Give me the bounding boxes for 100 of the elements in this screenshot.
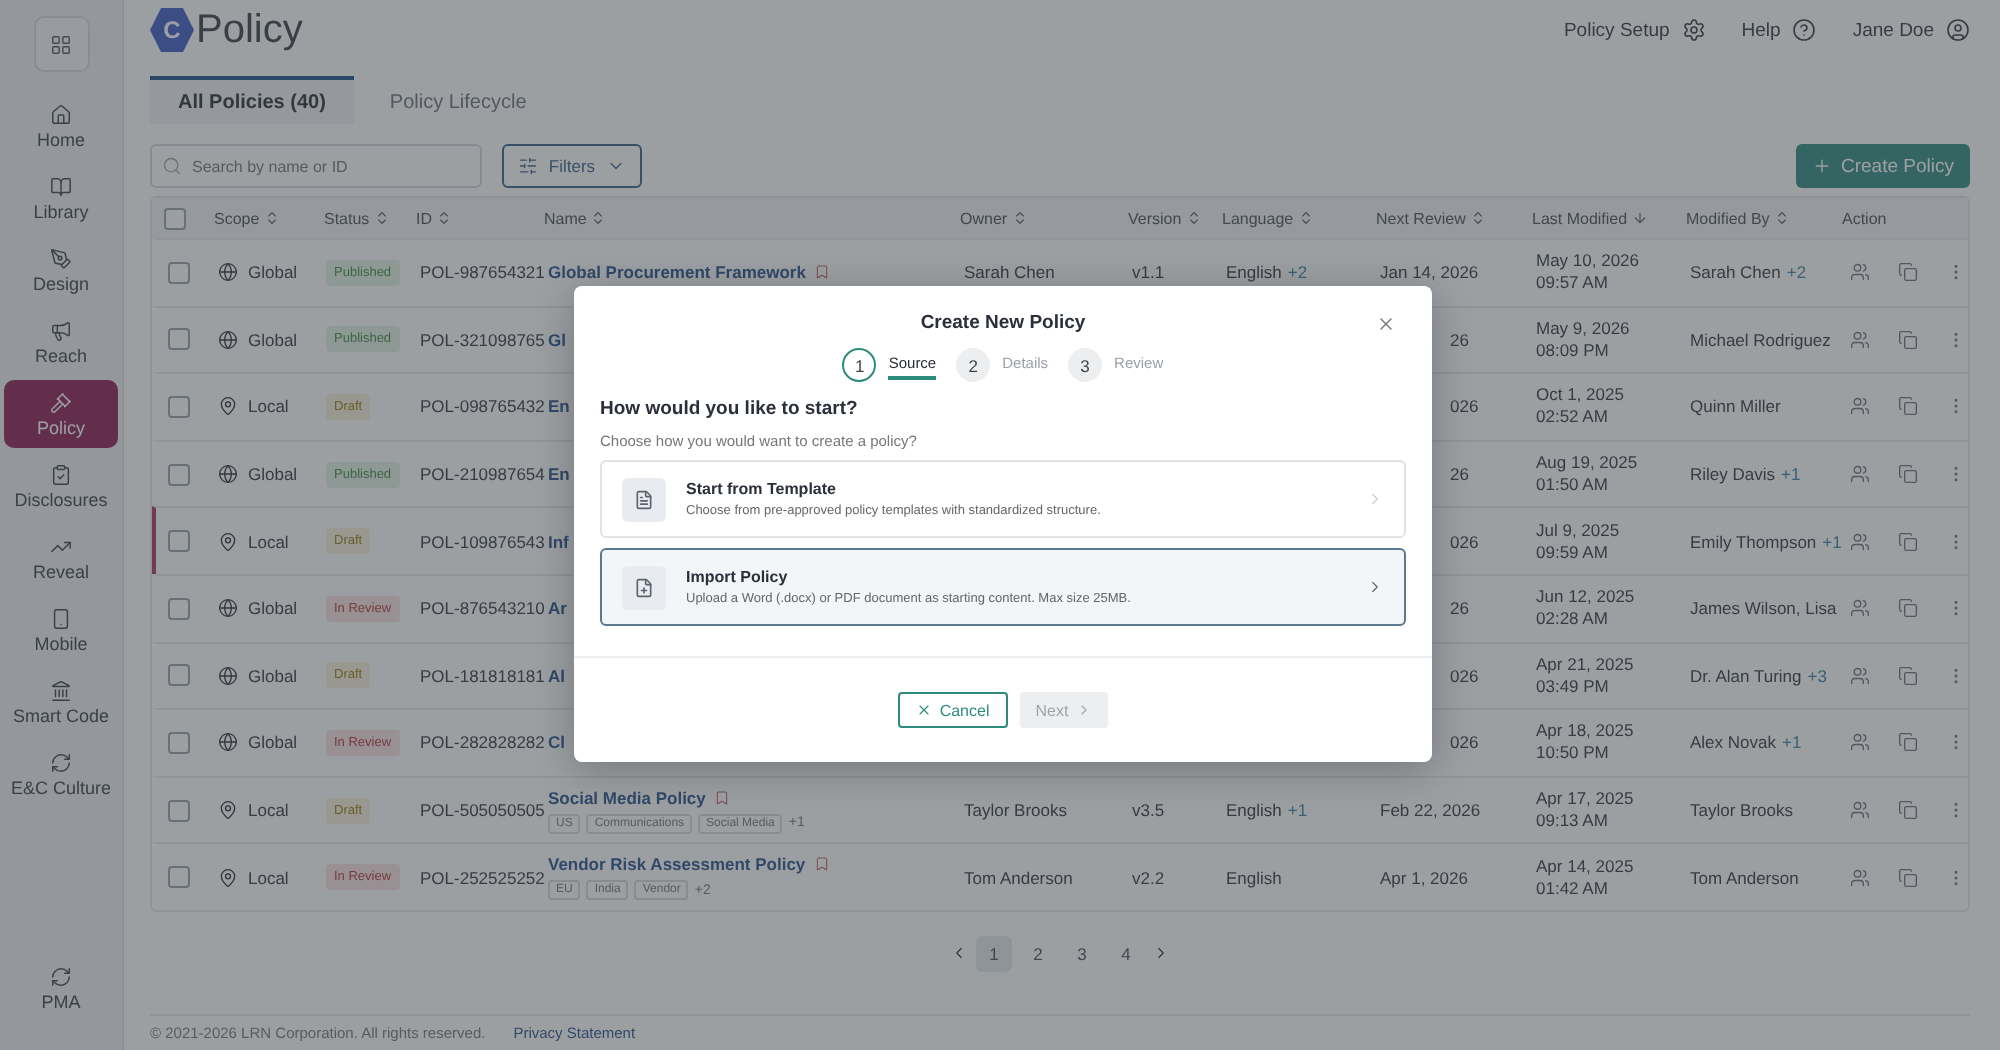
- copy-icon: [1898, 732, 1918, 753]
- policy-link[interactable]: Global Procurement Framework: [548, 262, 806, 283]
- checkbox[interactable]: [168, 328, 190, 351]
- close-icon: [915, 702, 932, 718]
- gavel-icon: [50, 391, 72, 413]
- column-header[interactable]: Language: [1214, 209, 1368, 227]
- checkbox[interactable]: [168, 261, 190, 284]
- users-icon: [1850, 531, 1870, 552]
- checkbox[interactable]: [168, 530, 190, 553]
- page-button[interactable]: 4: [1108, 935, 1144, 972]
- sidebar-item[interactable]: Reveal: [4, 524, 118, 592]
- header-link[interactable]: Help: [1741, 18, 1817, 42]
- table-cell-text: Sarah Chen +2: [1688, 262, 1809, 283]
- tab[interactable]: All Policies (40): [150, 76, 354, 124]
- policy-link[interactable]: Inf: [548, 531, 569, 552]
- page-button[interactable]: 3: [1064, 935, 1100, 972]
- sidebar-item[interactable]: Library: [4, 164, 118, 232]
- pin-icon: [218, 396, 238, 417]
- sidebar-item[interactable]: Disclosures: [4, 452, 118, 520]
- search-icon: [162, 156, 182, 176]
- table-cell: Global: [248, 262, 298, 283]
- table-cell-text: Taylor Brooks: [1688, 800, 1795, 821]
- policy-link[interactable]: Vendor Risk Assessment Policy: [548, 854, 806, 875]
- app-title: Policy: [196, 7, 303, 53]
- users-icon: [1850, 464, 1870, 485]
- filters-button[interactable]: Filters: [502, 144, 642, 188]
- checkbox[interactable]: [168, 866, 190, 889]
- table-cell-text: Apr 1, 2026: [1378, 867, 1470, 888]
- table-cell-text: POL-210987654: [418, 464, 546, 485]
- table-cell-text: POL-505050505: [418, 800, 546, 821]
- sidebar-item[interactable]: E&C Culture: [4, 740, 118, 808]
- copy-icon: [1898, 800, 1918, 821]
- page-button[interactable]: 2: [1020, 935, 1056, 972]
- checkbox[interactable]: [164, 207, 186, 229]
- policy-link[interactable]: En: [548, 396, 570, 417]
- chevron-right-icon: [1152, 944, 1170, 963]
- table-cell: Global: [248, 464, 298, 485]
- table-cell-text: May 9, 2026 08:09 PM: [1534, 317, 1632, 362]
- column-header[interactable]: Status: [316, 209, 408, 227]
- users-icon: [1850, 800, 1870, 821]
- column-header[interactable]: Scope: [202, 209, 316, 227]
- table-cell-text: v1.1: [1130, 262, 1167, 283]
- sidebar-item[interactable]: PMA: [4, 954, 118, 1022]
- table-cell-text: Apr 14, 2025 01:42 AM: [1534, 855, 1636, 900]
- policy-link[interactable]: Ar: [548, 598, 567, 619]
- chevron-right-icon: [1366, 578, 1384, 596]
- checkbox[interactable]: [168, 463, 190, 486]
- page-button[interactable]: 1: [976, 935, 1012, 972]
- policy-link[interactable]: Al: [548, 665, 565, 686]
- column-header[interactable]: Next Review: [1368, 209, 1524, 227]
- table-cell-text: Dr. Alan Turing +3: [1688, 665, 1829, 686]
- checkbox[interactable]: [168, 664, 190, 687]
- dialog-heading: How would you like to start?: [600, 398, 860, 420]
- sidebar-item[interactable]: Policy: [4, 380, 118, 448]
- cancel-button[interactable]: Cancel: [897, 692, 1008, 728]
- column-header[interactable]: ID: [408, 209, 542, 227]
- globe-icon: [218, 732, 238, 753]
- policy-link[interactable]: En: [548, 464, 570, 485]
- table-cell-text: Tom Anderson: [1688, 867, 1801, 888]
- table-cell-text: 26: [1448, 329, 1471, 350]
- sidebar-item[interactable]: Reach: [4, 308, 118, 376]
- tab[interactable]: Policy Lifecycle: [361, 76, 555, 124]
- document-icon: [622, 477, 666, 521]
- create-policy-button[interactable]: Create Policy: [1795, 144, 1970, 188]
- column-header[interactable]: Last Modified: [1524, 209, 1678, 227]
- column-header[interactable]: Name: [542, 209, 952, 227]
- table-cell-text: v2.2: [1130, 867, 1167, 888]
- sidebar-item[interactable]: Mobile: [4, 596, 118, 664]
- close-button[interactable]: [1376, 314, 1396, 334]
- header-link[interactable]: Jane Doe: [1852, 18, 1970, 42]
- globe-icon: [218, 665, 238, 686]
- sidebar-item[interactable]: Smart Code: [4, 668, 118, 736]
- users-icon: [1850, 732, 1870, 753]
- sliders-icon: [518, 156, 539, 176]
- table-cell-text: 026: [1448, 732, 1481, 753]
- column-header[interactable]: Owner: [952, 209, 1120, 227]
- table-cell: Local: [248, 800, 289, 821]
- header-link[interactable]: Policy Setup: [1563, 18, 1706, 42]
- checkbox[interactable]: [168, 395, 190, 418]
- app-grid-button[interactable]: [33, 16, 89, 72]
- copy-icon: [1898, 665, 1918, 686]
- users-icon: [1850, 665, 1870, 686]
- policy-link[interactable]: Social Media Policy: [548, 787, 706, 808]
- table-cell-text: Jun 12, 2025 02:28 AM: [1534, 586, 1637, 631]
- policy-link[interactable]: Gl: [548, 329, 566, 350]
- globe-icon: [218, 598, 238, 619]
- checkbox[interactable]: [168, 731, 190, 754]
- checkbox[interactable]: [168, 799, 190, 822]
- search-field[interactable]: Search by name or ID: [150, 144, 482, 188]
- sidebar-item[interactable]: Design: [4, 236, 118, 304]
- table-cell-text: POL-181818181: [418, 665, 546, 686]
- column-header[interactable]: Modified By: [1678, 209, 1834, 227]
- sidebar-item[interactable]: Home: [4, 92, 118, 160]
- checkbox[interactable]: [168, 597, 190, 620]
- column-header[interactable]: Version: [1120, 209, 1214, 227]
- globe-icon: [218, 262, 238, 283]
- dialog-title: Create New Policy: [920, 312, 1086, 334]
- user-icon: [1946, 18, 1970, 42]
- table-cell-text: Feb 22, 2026: [1378, 800, 1483, 821]
- policy-link[interactable]: Cl: [548, 732, 565, 753]
